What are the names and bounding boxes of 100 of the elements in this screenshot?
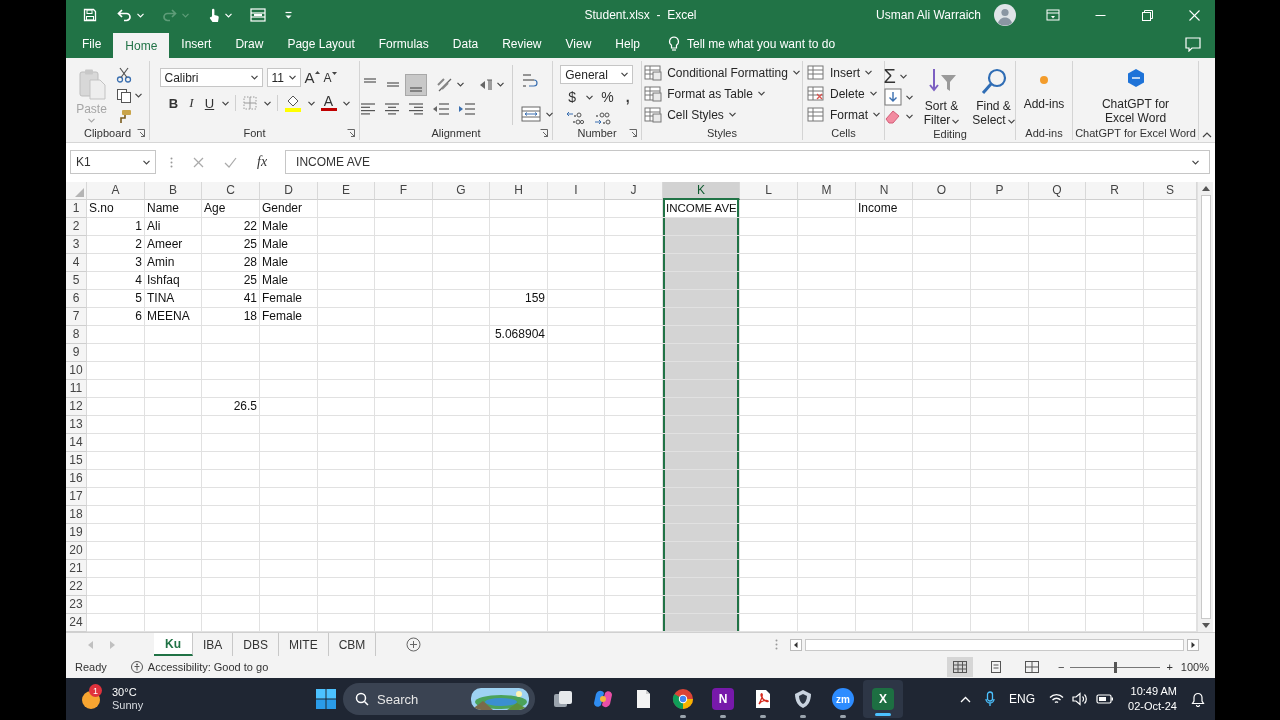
caret-icon[interactable] <box>792 70 800 75</box>
input-language[interactable]: ENG <box>1009 692 1036 706</box>
ribbon-tab[interactable]: Page Layout <box>275 30 367 58</box>
dialog-launcher-icon[interactable] <box>540 128 548 137</box>
caret-icon[interactable] <box>545 111 553 117</box>
ribbon-tab[interactable]: Help <box>603 30 652 58</box>
column-header[interactable]: F <box>375 182 433 200</box>
find-select-button[interactable]: Find & Select <box>970 63 1017 127</box>
ribbon-tab[interactable]: Data <box>440 30 491 58</box>
caret-icon[interactable] <box>869 91 877 96</box>
insert-function-button[interactable]: fx <box>257 154 268 170</box>
column-header[interactable]: P <box>971 182 1029 200</box>
lightbulb-icon[interactable] <box>668 36 680 52</box>
dialog-launcher-icon[interactable] <box>137 128 145 137</box>
add-sheet-icon[interactable] <box>406 637 422 652</box>
undo-icon[interactable] <box>117 8 132 22</box>
ribbon-tab[interactable]: Draw <box>223 30 276 58</box>
battery-icon[interactable] <box>1096 693 1115 705</box>
align-left-icon[interactable] <box>359 101 376 116</box>
ribbon-tab[interactable]: Review <box>490 30 554 58</box>
caret-icon[interactable] <box>143 159 150 165</box>
column-header[interactable]: R <box>1086 182 1144 200</box>
row-header[interactable]: 15 <box>66 452 87 470</box>
caret-icon[interactable] <box>342 100 350 106</box>
increase-decimal-icon[interactable] <box>566 110 585 126</box>
column-header[interactable]: K <box>663 182 740 200</box>
notifications-icon[interactable] <box>1191 691 1205 707</box>
form-icon[interactable] <box>250 8 266 22</box>
row-header[interactable]: 16 <box>66 470 87 488</box>
customize-caret-icon[interactable] <box>284 10 293 20</box>
row-header[interactable]: 5 <box>66 272 87 290</box>
wifi-icon[interactable] <box>1049 693 1065 705</box>
caret-icon[interactable] <box>621 72 629 77</box>
align-right-icon[interactable] <box>407 101 424 116</box>
caret-icon[interactable] <box>1007 119 1015 124</box>
increase-indent-icon[interactable] <box>457 101 476 116</box>
tell-me-field[interactable]: Tell me what you want to do <box>687 37 836 51</box>
autosum-button[interactable]: Σ <box>883 66 896 86</box>
merge-cells-icon[interactable] <box>520 106 541 122</box>
ribbon-tab[interactable]: File <box>70 30 114 58</box>
row-header[interactable]: 20 <box>66 542 87 560</box>
align-center-icon[interactable] <box>383 101 400 116</box>
search-field[interactable]: Search <box>343 683 535 715</box>
row-header[interactable]: 24 <box>66 614 87 632</box>
name-box[interactable]: K1 <box>70 150 156 174</box>
font-name-field[interactable]: Calibri <box>159 68 263 87</box>
column-header[interactable]: D <box>260 182 318 200</box>
ribbon-tab[interactable]: Home <box>113 33 170 58</box>
column-header[interactable]: O <box>913 182 971 200</box>
accessibility-status[interactable]: Accessibility: Good to go <box>147 661 269 673</box>
slider-thumb[interactable] <box>1114 661 1118 673</box>
font-color-button[interactable]: A <box>320 95 337 111</box>
view-button[interactable] <box>947 657 973 677</box>
caret-icon[interactable] <box>586 94 594 100</box>
microphone-icon[interactable] <box>985 691 996 707</box>
caret-icon[interactable] <box>899 73 907 79</box>
caret-icon[interactable] <box>952 119 960 124</box>
currency-button[interactable]: $ <box>566 89 579 105</box>
scroll-up-icon[interactable] <box>1201 186 1210 191</box>
scroll-down-icon[interactable] <box>1201 623 1210 628</box>
column-header[interactable]: M <box>798 182 856 200</box>
fill-color-icon[interactable] <box>283 94 302 112</box>
ribbon-tab[interactable]: View <box>553 30 604 58</box>
column-header[interactable]: Q <box>1029 182 1086 200</box>
dialog-launcher-icon[interactable] <box>629 129 637 137</box>
ribbon-menu-button[interactable]: Conditional Formatting <box>644 63 800 82</box>
sort-filter-button[interactable]: Sort & Filter <box>918 63 965 127</box>
taskbar-app[interactable]: N <box>703 678 743 720</box>
column-header[interactable]: I <box>548 182 605 200</box>
caret-icon[interactable] <box>456 82 464 87</box>
shrink-font-button[interactable]: A <box>323 70 337 85</box>
taskbar-app[interactable]: X <box>863 680 903 718</box>
ribbon-menu-button[interactable]: Format as Table <box>644 84 800 103</box>
caret-icon[interactable] <box>307 100 315 106</box>
row-header[interactable]: 13 <box>66 416 87 434</box>
caret-icon[interactable] <box>263 100 271 106</box>
text-style-button[interactable]: U <box>203 95 216 111</box>
caret-icon[interactable] <box>288 75 296 80</box>
comment-icon[interactable] <box>1185 36 1201 52</box>
row-header[interactable]: 1 <box>66 200 87 218</box>
ribbon-menu-button[interactable]: Format <box>807 105 880 124</box>
caret-icon[interactable] <box>905 94 913 100</box>
percent-button[interactable]: % <box>601 89 614 105</box>
text-style-button[interactable]: I <box>185 95 198 111</box>
row-header[interactable]: 4 <box>66 254 87 272</box>
caret-icon[interactable] <box>496 82 504 87</box>
sheet-tab[interactable]: Ku <box>154 633 193 656</box>
dialog-launcher-icon[interactable] <box>347 128 355 137</box>
clock-date[interactable]: 02-Oct-24 <box>1128 699 1177 714</box>
number-format-field[interactable]: General <box>560 65 634 84</box>
column-header[interactable]: G <box>433 182 490 200</box>
column-header[interactable]: H <box>490 182 548 200</box>
row-header[interactable]: 9 <box>66 344 87 362</box>
text-style-button[interactable]: B <box>167 95 180 111</box>
row-header[interactable]: 18 <box>66 506 87 524</box>
row-header[interactable]: 8 <box>66 326 87 344</box>
scrollbar-thumb[interactable] <box>805 638 1184 651</box>
touch-icon[interactable] <box>207 7 220 23</box>
caret-icon[interactable] <box>728 112 736 117</box>
close-icon[interactable] <box>1188 9 1200 21</box>
